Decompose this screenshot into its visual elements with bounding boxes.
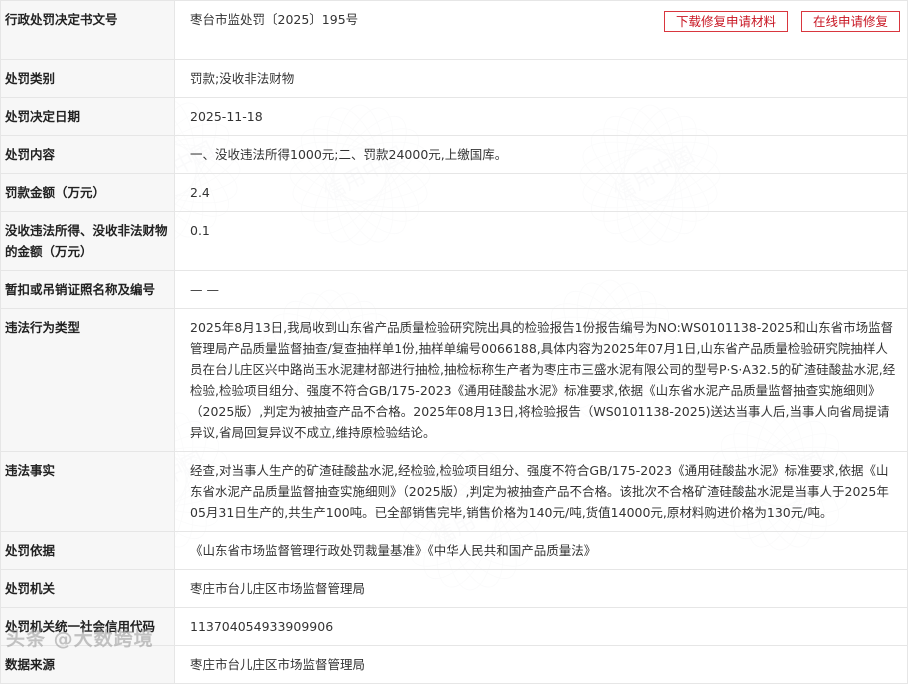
value-confiscation-amount: 0.1: [174, 211, 908, 271]
value-license-revocation: — —: [174, 270, 908, 309]
value-data-source: 枣庄市台儿庄区市场监督管理局: [174, 645, 908, 684]
label-data-source: 数据来源: [0, 645, 175, 684]
row-violation-type: 违法行为类型 2025年8月13日,我局收到山东省产品质量检验研究院出具的检验报…: [0, 308, 908, 452]
row-data-source: 数据来源 枣庄市台儿庄区市场监督管理局: [0, 645, 908, 684]
label-decision-number: 行政处罚决定书文号: [0, 0, 175, 60]
label-penalty-basis: 处罚依据: [0, 531, 175, 570]
value-fine-amount: 2.4: [174, 173, 908, 212]
footer-watermark: 头条 @大数跨境: [6, 628, 154, 650]
download-repair-materials-button[interactable]: 下载修复申请材料: [663, 11, 788, 32]
value-decision-number-cell: 枣台市监处罚〔2025〕195号 下载修复申请材料 在线申请修复: [174, 0, 908, 60]
row-penalty-basis: 处罚依据 《山东省市场监督管理行政处罚裁量基准》《中华人民共和国产品质量法》: [0, 531, 908, 570]
value-violation-facts: 经查,对当事人生产的矿渣硅酸盐水泥,经检验,检验项目组分、强度不符合GB/175…: [174, 451, 908, 532]
value-violation-type: 2025年8月13日,我局收到山东省产品质量检验研究院出具的检验报告1份报告编号…: [174, 308, 908, 452]
row-penalty-category: 处罚类别 罚款;没收非法财物: [0, 59, 908, 98]
value-authority-credit-code: 113704054933909906: [174, 607, 908, 646]
row-violation-facts: 违法事实 经查,对当事人生产的矿渣硅酸盐水泥,经检验,检验项目组分、强度不符合G…: [0, 451, 908, 532]
value-decision-date: 2025-11-18: [174, 97, 908, 136]
row-decision-date: 处罚决定日期 2025-11-18: [0, 97, 908, 136]
row-fine-amount: 罚款金额（万元） 2.4: [0, 173, 908, 212]
label-fine-amount: 罚款金额（万元）: [0, 173, 175, 212]
label-license-revocation: 暂扣或吊销证照名称及编号: [0, 270, 175, 309]
row-license-revocation: 暂扣或吊销证照名称及编号 — —: [0, 270, 908, 309]
value-penalty-content: 一、没收违法所得1000元;二、罚款24000元,上缴国库。: [174, 135, 908, 174]
action-buttons: 下载修复申请材料 在线申请修复: [663, 11, 900, 32]
label-decision-date: 处罚决定日期: [0, 97, 175, 136]
penalty-info-table: 行政处罚决定书文号 枣台市监处罚〔2025〕195号 下载修复申请材料 在线申请…: [0, 0, 908, 684]
label-penalty-content: 处罚内容: [0, 135, 175, 174]
label-penalty-category: 处罚类别: [0, 59, 175, 98]
row-decision-number: 行政处罚决定书文号 枣台市监处罚〔2025〕195号 下载修复申请材料 在线申请…: [0, 0, 908, 60]
label-violation-type: 违法行为类型: [0, 308, 175, 452]
row-confiscation-amount: 没收违法所得、没收非法财物的金额（万元） 0.1: [0, 211, 908, 271]
label-penalty-authority: 处罚机关: [0, 569, 175, 608]
online-repair-application-button[interactable]: 在线申请修复: [800, 11, 900, 32]
label-confiscation-amount: 没收违法所得、没收非法财物的金额（万元）: [0, 211, 175, 271]
label-violation-facts: 违法事实: [0, 451, 175, 532]
value-penalty-authority: 枣庄市台儿庄区市场监督管理局: [174, 569, 908, 608]
value-penalty-category: 罚款;没收非法财物: [174, 59, 908, 98]
row-penalty-authority: 处罚机关 枣庄市台儿庄区市场监督管理局: [0, 569, 908, 608]
value-decision-number: 枣台市监处罚〔2025〕195号: [190, 12, 359, 27]
row-penalty-content: 处罚内容 一、没收违法所得1000元;二、罚款24000元,上缴国库。: [0, 135, 908, 174]
value-penalty-basis: 《山东省市场监督管理行政处罚裁量基准》《中华人民共和国产品质量法》: [174, 531, 908, 570]
